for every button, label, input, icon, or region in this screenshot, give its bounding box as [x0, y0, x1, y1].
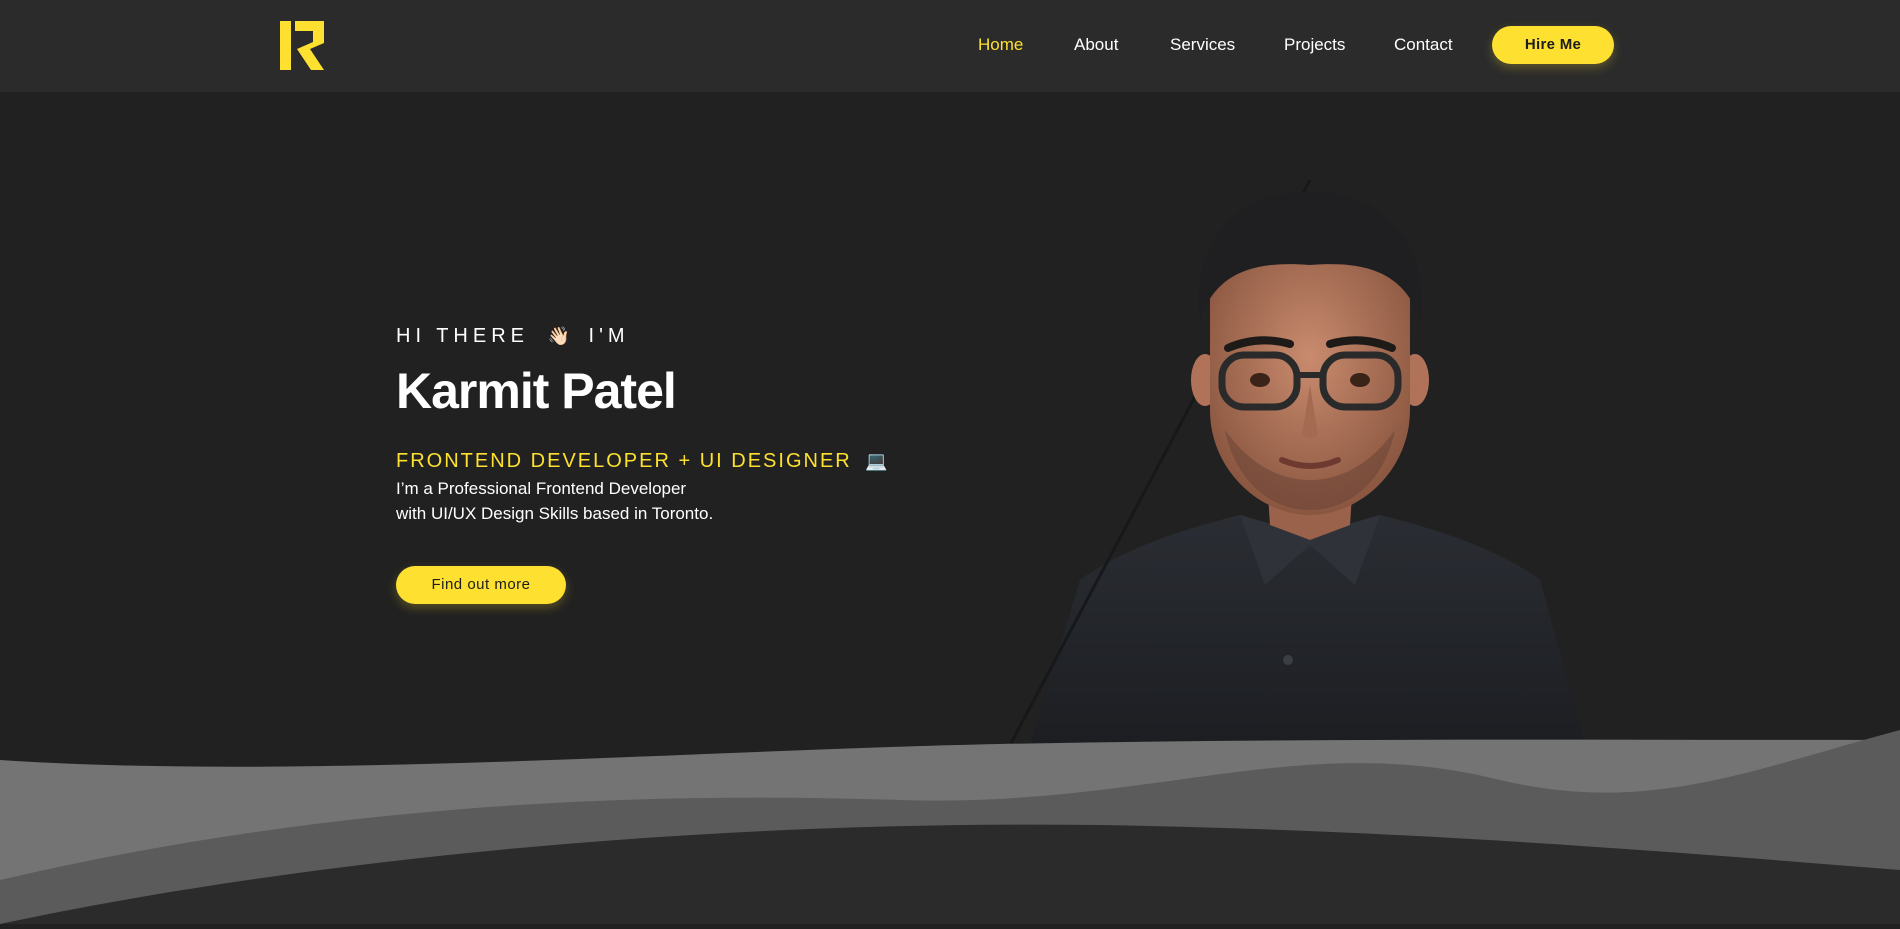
hero-role: FRONTEND DEVELOPER + UI DESIGNER 💻 [396, 447, 956, 476]
logo-icon[interactable] [280, 21, 326, 70]
greeting-suffix: I'M [588, 325, 630, 347]
role-text: FRONTEND DEVELOPER + UI DESIGNER [396, 450, 852, 472]
nav-item-contact[interactable]: Contact [1394, 33, 1453, 57]
nav-item-services[interactable]: Services [1170, 33, 1235, 57]
hero-description-line-2: with UI/UX Design Skills based in Toront… [396, 504, 714, 523]
hero-greeting: HI THERE 👋🏻 I'M [396, 320, 956, 353]
hero-description-line-1: I’m a Professional Frontend Developer [396, 479, 687, 498]
hire-me-button[interactable]: Hire Me [1492, 26, 1614, 64]
greeting-text: HI THERE [396, 325, 529, 347]
hero-section: HI THERE 👋🏻 I'M Karmit Patel FRONTEND DE… [396, 320, 956, 526]
hero-name: Karmit Patel [396, 363, 677, 419]
nav-menu: Home About Services Projects Contact [960, 0, 1900, 92]
nav-item-projects[interactable]: Projects [1284, 33, 1345, 57]
nav-item-home[interactable]: Home [978, 33, 1023, 57]
navbar: Home About Services Projects Contact Hir… [0, 0, 1900, 92]
nav-item-about[interactable]: About [1074, 33, 1118, 57]
decorative-waves [0, 730, 1900, 924]
find-out-more-button[interactable]: Find out more [396, 566, 566, 604]
laptop-icon: 💻 [865, 451, 888, 472]
avatar-portrait-image [1008, 179, 1610, 760]
waving-hand-icon: 👋🏻 [547, 326, 570, 347]
